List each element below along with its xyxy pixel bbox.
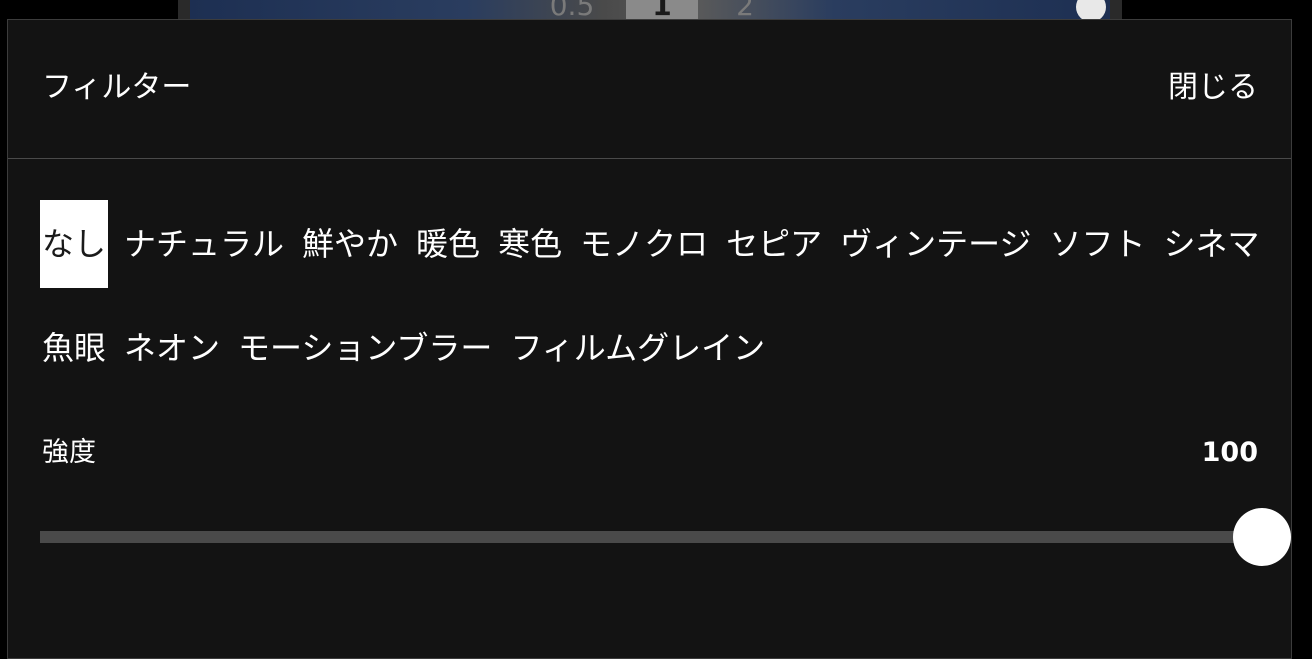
panel-title: フィルター — [42, 70, 192, 105]
filter-option[interactable]: フィルムグレイン — [508, 304, 767, 392]
filter-option[interactable]: セピア — [724, 200, 824, 288]
strength-label: 強度 — [42, 437, 96, 468]
filter-option[interactable]: ソフト — [1047, 200, 1147, 288]
filter-row-2: 魚眼 ネオン モーションブラー フィルムグレイン — [40, 304, 1270, 392]
filter-panel: フィルター 閉じる なし ナチュラル 鮮やか 暖色 寒色 モノクロ セピア ヴィンテージ ソフト… — [7, 19, 1292, 659]
speed-option-1[interactable]: 1 — [626, 0, 698, 20]
video-frame-image: 0.5 1 2 — [190, 0, 1110, 20]
filter-option[interactable]: ヴィンテージ — [838, 200, 1033, 288]
filter-option[interactable]: モノクロ — [578, 200, 710, 288]
strength-value: 100 — [1201, 437, 1258, 468]
filter-option[interactable]: シネマ — [1162, 200, 1262, 288]
video-preview: 0.5 1 2 — [178, 0, 1122, 20]
filter-option[interactable]: 寒色 — [496, 200, 564, 288]
filter-row-1: なし ナチュラル 鮮やか 暖色 寒色 モノクロ セピア ヴィンテージ ソフト シネマ — [40, 200, 1270, 288]
slider-thumb[interactable] — [1233, 508, 1291, 566]
filter-option[interactable]: 魚眼 — [40, 304, 108, 392]
video-control-dot[interactable] — [1076, 0, 1106, 20]
close-button[interactable]: 閉じる — [1168, 70, 1258, 106]
filter-option[interactable]: 鮮やか — [300, 200, 400, 288]
filter-list: なし ナチュラル 鮮やか 暖色 寒色 モノクロ セピア ヴィンテージ ソフト シネマ 魚眼 ネオンモ… — [40, 200, 1270, 408]
slider-fill — [40, 531, 1262, 543]
strength-slider[interactable] — [40, 508, 1291, 566]
filter-option[interactable]: 暖色 — [414, 200, 482, 288]
speed-option-0.5[interactable]: 0.5 — [532, 0, 612, 20]
filter-option[interactable]: モーションブラー — [236, 304, 494, 392]
filter-option[interactable]: ネオン — [122, 304, 222, 392]
speed-option-2[interactable]: 2 — [710, 0, 780, 20]
filter-option[interactable]: なし — [40, 200, 109, 288]
filter-option[interactable]: ナチュラル — [122, 200, 286, 288]
panel-header: フィルター 閉じる — [8, 20, 1291, 159]
